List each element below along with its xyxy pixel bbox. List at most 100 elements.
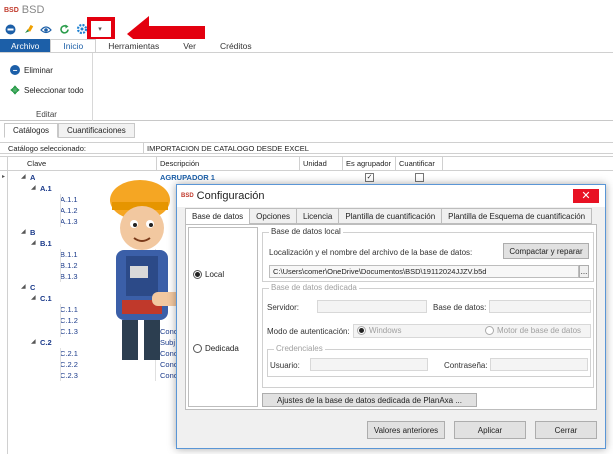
radio-dot-local (193, 270, 202, 279)
credentials-legend: Credenciales (274, 344, 325, 353)
mascot-illustration (110, 180, 180, 360)
app-title: BSD (21, 4, 45, 16)
minus-circle-icon: − (10, 65, 20, 75)
selected-catalog-value: IMPORTACION DE CATALOGO DESDE EXCEL (143, 143, 613, 154)
collapse-icon[interactable]: ◢ (31, 238, 39, 249)
row-code: B (30, 228, 36, 237)
select-all-button[interactable]: ✥ Seleccionar todo (10, 84, 84, 97)
server-input[interactable] (317, 300, 427, 313)
radio-auth-engine-label: Motor de base de datos (497, 326, 582, 335)
collapse-icon[interactable]: ◢ (31, 293, 39, 304)
radio-auth-windows-label: Windows (369, 326, 402, 335)
row-code: C.2 (40, 338, 52, 347)
tab-inicio[interactable]: Inicio (50, 39, 97, 52)
dialog-title-bar: BSD Configuración (177, 185, 605, 207)
password-input[interactable] (490, 358, 588, 371)
col-es-agrupador[interactable]: Es agrupador (343, 157, 396, 171)
radio-dot-dedicated (193, 344, 202, 353)
tab-opciones[interactable]: Opciones (249, 208, 297, 224)
browse-button[interactable]: ... (579, 265, 589, 278)
collapse-icon[interactable]: ◢ (21, 282, 29, 293)
row-description: Conc (160, 371, 178, 380)
radio-dedicated[interactable]: Dedicada (193, 344, 239, 353)
local-db-legend: Base de datos local (269, 227, 343, 236)
radio-dot-windows (357, 326, 366, 335)
database-input[interactable] (489, 300, 591, 313)
credentials-fieldset: Credenciales Usuario: Contraseña: (267, 344, 591, 377)
previous-values-button[interactable]: Valores anteriores (367, 421, 445, 439)
select-all-label: Seleccionar todo (24, 85, 84, 95)
grouper-checkbox[interactable]: ✓ (365, 173, 374, 182)
row-code: A.1 (40, 184, 52, 193)
quantify-checkbox[interactable] (415, 173, 424, 182)
col-unidad[interactable]: Unidad (300, 157, 343, 171)
close-icon[interactable]: ✕ (573, 189, 599, 203)
radio-auth-windows[interactable]: Windows (357, 326, 401, 335)
apply-button[interactable]: Aplicar (454, 421, 526, 439)
refresh-icon[interactable] (58, 23, 70, 35)
grid-header: Clave Descripción Unidad Es agrupador Cu… (0, 157, 613, 171)
radio-local-label: Local (205, 270, 225, 279)
db-path-field[interactable]: C:\Users\comer\OneDrive\Documentos\BSD\1… (269, 265, 579, 278)
local-db-fieldset: Base de datos local Localización y el no… (262, 227, 594, 282)
compact-repair-button[interactable]: Compactar y reparar (503, 243, 589, 259)
planaxa-settings-button[interactable]: Ajustes de la base de datos dedicada de … (262, 393, 477, 407)
col-cuantificar[interactable]: Cuantificar (396, 157, 443, 171)
ribbon-group-editar: − Eliminar ✥ Seleccionar todo Editar (0, 53, 93, 121)
tab-ver[interactable]: Ver (171, 39, 208, 52)
row-pointer-icon: ▸ (2, 174, 6, 180)
row-code: C.1 (40, 294, 52, 303)
dedicated-db-fieldset: Base de datos dedicada Servidor: Base de… (262, 283, 594, 388)
row-code: C (30, 283, 36, 292)
tab-catalogos[interactable]: Catálogos (4, 123, 59, 138)
dialog-tabs: Base de datos Opciones Licencia Plantill… (185, 208, 593, 225)
brush-icon[interactable] (22, 23, 34, 35)
row-code: A (30, 173, 36, 182)
table-row[interactable]: ▸ ◢ A AGRUPADOR 1 ✓ (0, 172, 613, 183)
database-label: Base de datos: (433, 303, 487, 312)
password-label: Contraseña: (444, 361, 488, 370)
collapse-icon[interactable]: ◢ (31, 337, 39, 348)
dialog-title: Configuración (196, 190, 265, 202)
dedicated-db-legend: Base de datos dedicada (269, 283, 359, 292)
radio-dot-engine (485, 326, 494, 335)
col-clave[interactable]: Clave (24, 157, 157, 171)
close-button[interactable]: Cerrar (535, 421, 597, 439)
tab-herramientas[interactable]: Herramientas (96, 39, 171, 52)
selected-catalog-row: Catálogo seleccionado: IMPORTACION DE CA… (0, 142, 613, 154)
row-code: B.1 (40, 239, 52, 248)
user-input[interactable] (310, 358, 428, 371)
tab-plantilla-esquema[interactable]: Plantilla de Esquema de cuantificación (441, 208, 593, 224)
tab-cuantificaciones[interactable]: Cuantificaciones (58, 123, 135, 138)
selected-catalog-label: Catálogo seleccionado: (8, 144, 86, 153)
move-arrows-icon: ✥ (10, 84, 20, 97)
code-cell-border (60, 370, 156, 381)
tab-base-de-datos[interactable]: Base de datos (185, 208, 251, 225)
tab-plantilla-cuantificacion[interactable]: Plantilla de cuantificación (338, 208, 443, 224)
db-mode-panel: Local Dedicada (188, 227, 258, 407)
annotation-box (87, 17, 115, 41)
dialog-logo: BSD (181, 193, 194, 199)
radio-auth-engine[interactable]: Motor de base de datos (485, 326, 581, 335)
server-label: Servidor: (267, 303, 300, 312)
tab-creditos[interactable]: Créditos (208, 39, 264, 52)
ribbon-body: − Eliminar ✥ Seleccionar todo Editar (0, 53, 613, 121)
stop-icon[interactable] (4, 23, 16, 35)
delete-button[interactable]: − Eliminar (10, 65, 53, 75)
delete-label: Eliminar (24, 65, 53, 75)
radio-local[interactable]: Local (193, 270, 224, 279)
ribbon-tabs: Archivo Inicio Herramientas Ver Créditos (0, 39, 613, 53)
catalog-tabs: Catálogos Cuantificaciones (4, 123, 135, 138)
config-dialog: BSD Configuración ✕ Base de datos Opcion… (176, 184, 606, 449)
tab-licencia[interactable]: Licencia (295, 208, 340, 224)
auth-mode-label: Modo de autenticación: (267, 327, 350, 336)
database-tab-panel: Local Dedicada Base de datos local Local… (185, 224, 597, 410)
collapse-icon[interactable]: ◢ (31, 183, 39, 194)
eye-icon[interactable] (40, 23, 52, 35)
collapse-icon[interactable]: ◢ (21, 227, 29, 238)
collapse-icon[interactable]: ◢ (21, 172, 29, 183)
col-descripcion[interactable]: Descripción (157, 157, 300, 171)
tab-archivo[interactable]: Archivo (0, 39, 51, 52)
user-label: Usuario: (270, 361, 300, 370)
ribbon-group-label: Editar (36, 110, 57, 119)
